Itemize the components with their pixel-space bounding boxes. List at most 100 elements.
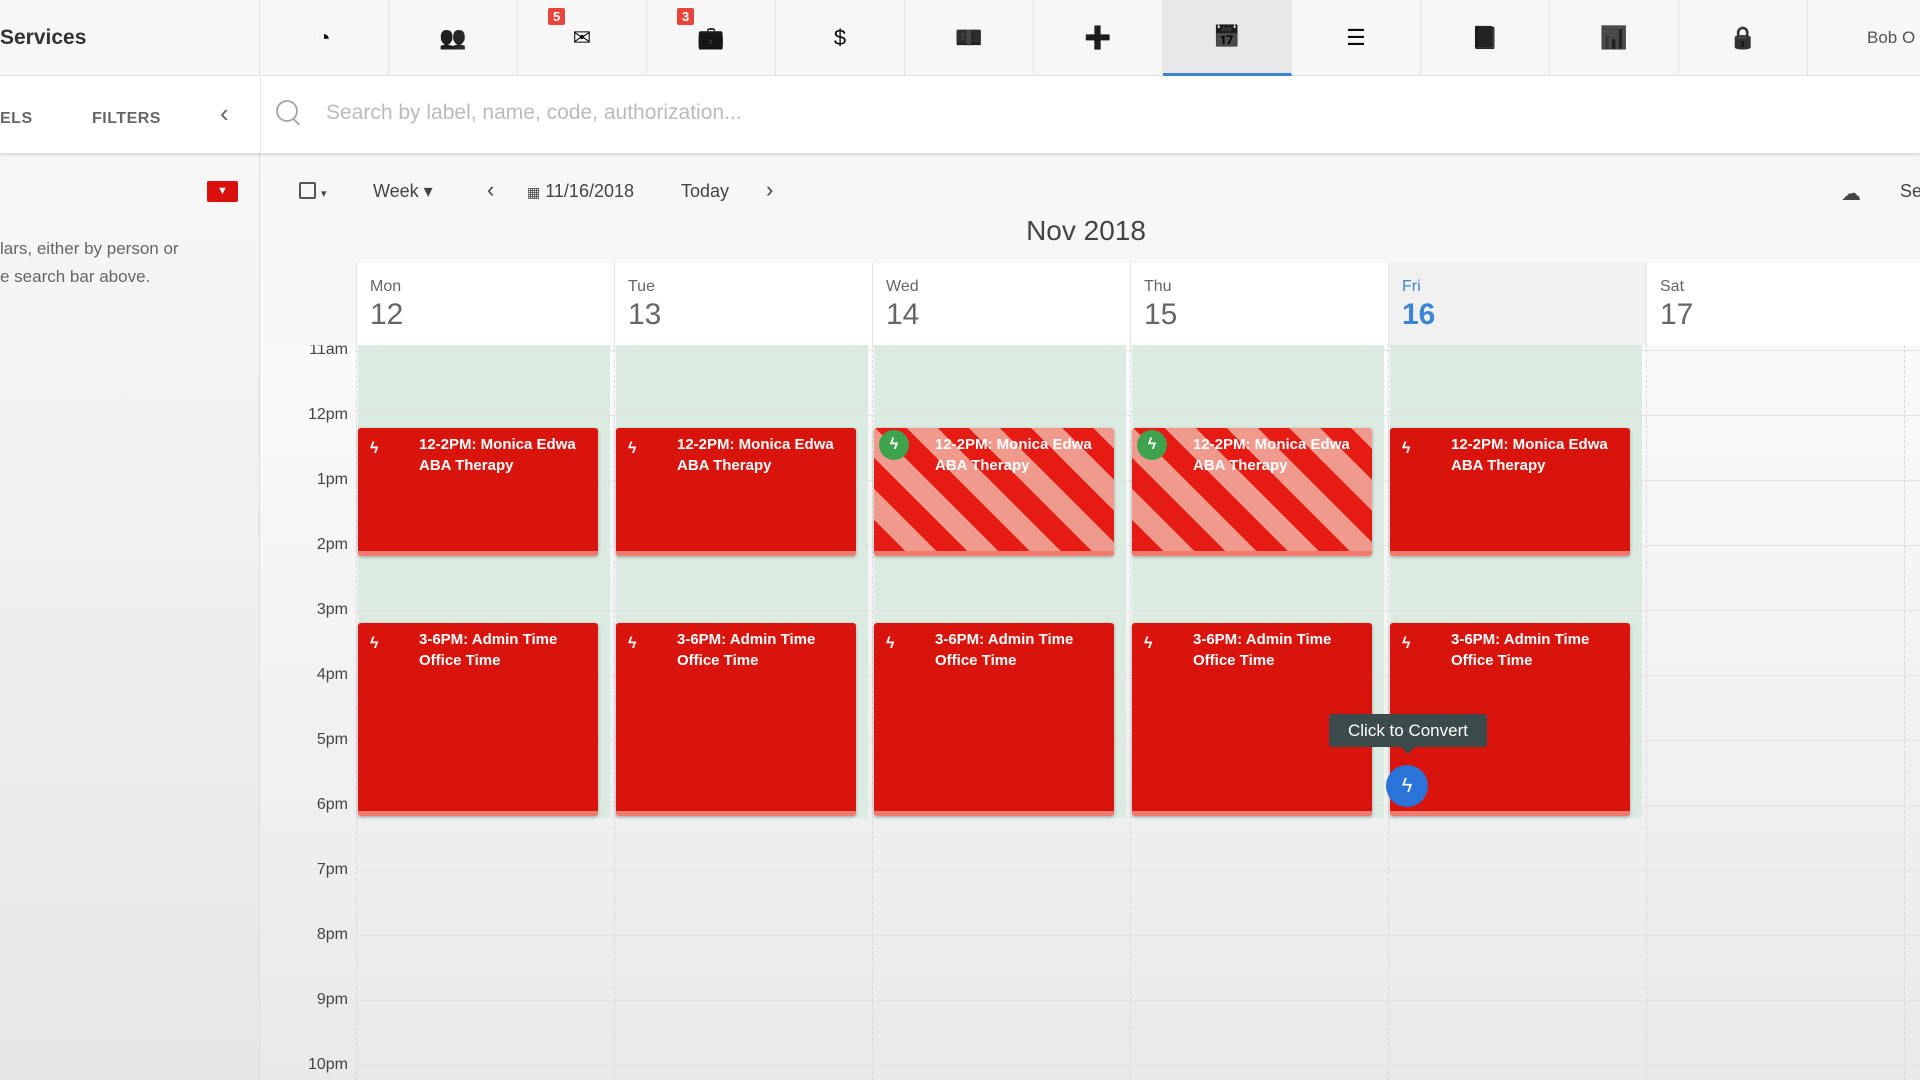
day-column[interactable] (1904, 345, 1905, 1080)
nav-bar-chart[interactable]: 📊 (1550, 0, 1679, 76)
search-row: ELS FILTERS ‹ (0, 76, 1920, 153)
nav-calendar[interactable]: 📅 (1163, 0, 1292, 76)
lock-icon: 🔒 (1729, 25, 1757, 50)
select-all-checkbox[interactable]: ▾ (299, 181, 327, 202)
calendar-event[interactable]: ϟ 3-6PM: Admin Time Office Time (616, 623, 856, 817)
mail-icon: ✉ (572, 25, 592, 50)
dashboard-icon: ◔ (317, 25, 331, 50)
bolt-icon[interactable]: ϟ (370, 438, 378, 459)
nav-medical-plus[interactable]: ➕ (1034, 0, 1163, 76)
event-subtitle: ABA Therapy (419, 457, 514, 475)
calendar-event[interactable]: ϟ 12-2PM: Monica Edwa ABA Therapy (874, 428, 1114, 557)
event-subtitle: ABA Therapy (935, 457, 1030, 475)
calendar-main: ▾ Week ▾ ‹ ▦ 11/16/2018 Today › ☁ Se Nov… (260, 153, 1920, 1080)
tab-filters[interactable]: FILTERS (92, 110, 161, 128)
today-button[interactable]: Today (681, 181, 729, 202)
settings-button[interactable]: Se (1900, 181, 1920, 202)
day-header-thu[interactable]: Thu 15 (1130, 263, 1388, 345)
day-header-tue[interactable]: Tue 13 (614, 263, 872, 345)
cloud-download-icon[interactable]: ☁ (1841, 181, 1861, 206)
calendar-icon: 📅 (1213, 23, 1241, 49)
day-name: Tue (628, 278, 655, 295)
bolt-icon[interactable]: ϟ (628, 438, 636, 459)
day-header-sat[interactable]: Sat 17 (1646, 263, 1904, 345)
bar-chart-icon: 📊 (1600, 25, 1628, 50)
event-subtitle: ABA Therapy (1451, 457, 1546, 475)
event-title: 3-6PM: Admin Time (1193, 631, 1332, 649)
day-column[interactable] (614, 345, 615, 1080)
medical-plus-icon: ➕ (1084, 25, 1112, 50)
day-column[interactable] (1646, 345, 1647, 1080)
time-label: 4pm (316, 666, 348, 684)
sidebar: ▼ lars, either by person or e search bar… (0, 153, 260, 1080)
search-input[interactable] (326, 96, 1726, 130)
day-name: Fri (1402, 278, 1421, 295)
calendar-icon: ▦ (527, 184, 541, 200)
day-column[interactable] (1130, 345, 1131, 1080)
nav-payroll[interactable]: 💵 (905, 0, 1034, 76)
day-number: 13 (628, 298, 662, 331)
search-icon (276, 100, 298, 122)
day-header-wed[interactable]: Wed 14 (872, 263, 1130, 345)
users-icon: 👥 (439, 25, 467, 50)
bolt-icon[interactable]: ϟ (1402, 633, 1410, 654)
date-picker[interactable]: ▦ 11/16/2018 (527, 181, 634, 202)
time-label: 7pm (316, 861, 348, 879)
event-title: 12-2PM: Monica Edwa (677, 436, 834, 454)
day-name: Thu (1144, 278, 1172, 295)
bolt-icon[interactable]: ϟ (1402, 438, 1410, 459)
hour-line (356, 935, 1920, 937)
notification-badge: 3 (677, 8, 695, 25)
event-subtitle: ABA Therapy (1193, 457, 1288, 475)
nav-dollar[interactable]: $ (776, 0, 905, 76)
bolt-icon[interactable]: ϟ (886, 633, 894, 654)
event-subtitle: ABA Therapy (677, 457, 772, 475)
sidebar-dropdown-button[interactable]: ▼ (207, 181, 238, 202)
day-number: 12 (370, 298, 404, 331)
prev-week-chevron-left-icon[interactable]: ‹ (487, 177, 494, 203)
bolt-icon[interactable]: ϟ (370, 633, 378, 654)
time-label: 1pm (316, 471, 348, 489)
next-week-chevron-right-icon[interactable]: › (766, 177, 773, 203)
convert-bolt-icon[interactable]: ϟ (1386, 765, 1428, 807)
nav-book[interactable]: 📘 (1421, 0, 1550, 76)
calendar-event[interactable]: ϟ 3-6PM: Admin Time Office Time (874, 623, 1114, 817)
event-title: 3-6PM: Admin Time (677, 631, 816, 649)
day-name: Mon (370, 278, 402, 295)
briefcase-icon: 💼 (697, 25, 725, 50)
nav-mail[interactable]: ✉ 5 (518, 0, 647, 76)
time-label: 5pm (316, 731, 348, 749)
day-name: Wed (886, 278, 919, 295)
user-menu[interactable]: Bob O (1867, 0, 1915, 76)
calendar-event[interactable]: ϟ 12-2PM: Monica Edwa ABA Therapy (358, 428, 598, 557)
day-column[interactable] (1388, 345, 1389, 1080)
calendar-event[interactable]: ϟ 12-2PM: Monica Edwa ABA Therapy (616, 428, 856, 557)
nav-users[interactable]: 👥 (389, 0, 518, 76)
calendar-event[interactable]: ϟ 3-6PM: Admin Time Office Time (358, 623, 598, 817)
tooltip: Click to Convert (1329, 714, 1487, 754)
converted-bolt-icon[interactable]: ϟ (879, 430, 909, 461)
bolt-icon[interactable]: ϟ (628, 633, 636, 654)
time-label: 10pm (307, 1056, 348, 1074)
divider (260, 76, 261, 153)
tab-panels[interactable]: ELS (0, 110, 33, 128)
nav-lock[interactable]: 🔒 (1679, 0, 1808, 76)
nav-briefcase[interactable]: 💼 3 (647, 0, 776, 76)
help-line: lars, either by person or (0, 239, 179, 258)
bolt-icon[interactable]: ϟ (1144, 633, 1152, 654)
day-header-fri[interactable]: Fri 16 (1388, 263, 1646, 345)
nav-dashboard[interactable]: ◔ (260, 0, 389, 76)
day-column[interactable] (872, 345, 873, 1080)
event-title: 12-2PM: Monica Edwa (419, 436, 576, 454)
calendar-event[interactable]: ϟ 12-2PM: Monica Edwa ABA Therapy (1132, 428, 1372, 557)
converted-bolt-icon[interactable]: ϟ (1137, 430, 1167, 461)
day-number: 16 (1402, 298, 1436, 331)
hour-line (356, 415, 1920, 417)
collapse-sidebar-chevron-left-icon[interactable]: ‹ (220, 98, 229, 129)
checklist-icon: ☰ (1346, 25, 1366, 50)
day-column[interactable] (356, 345, 357, 1080)
calendar-event[interactable]: ϟ 12-2PM: Monica Edwa ABA Therapy (1390, 428, 1630, 557)
view-select[interactable]: Week ▾ (373, 181, 433, 202)
nav-checklist[interactable]: ☰ (1292, 0, 1421, 76)
day-header-mon[interactable]: Mon 12 (356, 263, 614, 345)
